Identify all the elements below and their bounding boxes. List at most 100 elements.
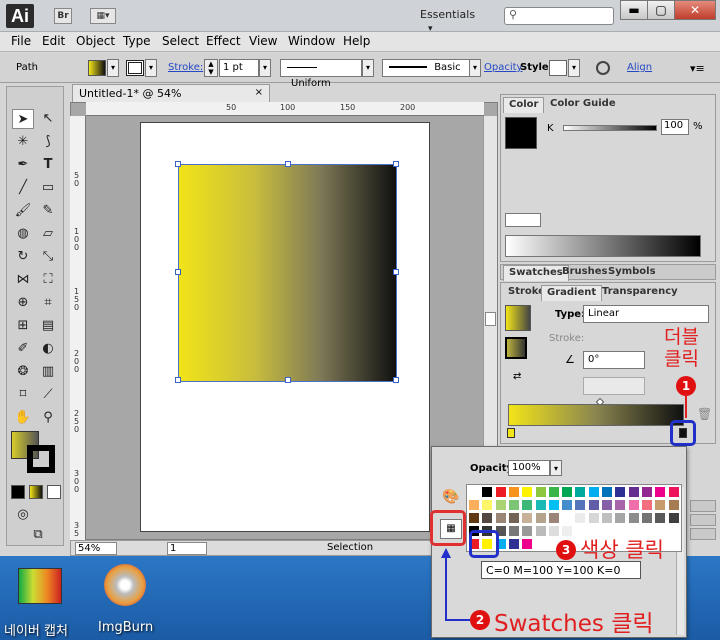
swatch-cell[interactable] bbox=[521, 512, 534, 524]
swatch-cell[interactable] bbox=[481, 512, 494, 524]
artboard-tool-icon[interactable]: ⌑ bbox=[12, 385, 34, 405]
maximize-button[interactable]: ▢ bbox=[647, 0, 675, 20]
swatch-cell[interactable] bbox=[561, 499, 574, 511]
swatch-cell[interactable] bbox=[561, 525, 574, 537]
document-tab[interactable]: Untitled-1* @ 54% (CMYK/Preview) × bbox=[72, 84, 270, 113]
stroke-swatch[interactable] bbox=[126, 60, 144, 76]
swatch-cell[interactable] bbox=[468, 512, 480, 524]
gradient-rectangle[interactable] bbox=[175, 161, 399, 383]
swatch-cell[interactable] bbox=[601, 512, 613, 524]
swatch-cell[interactable] bbox=[601, 486, 613, 498]
type-tool-icon[interactable]: T bbox=[37, 155, 59, 175]
swatch-cell[interactable] bbox=[521, 538, 534, 550]
bounding-handle[interactable] bbox=[175, 377, 181, 383]
column-graph-tool-icon[interactable]: ▥ bbox=[37, 362, 59, 382]
gradient-preview[interactable] bbox=[505, 305, 531, 331]
swatch-cell[interactable] bbox=[574, 499, 587, 511]
stroke-stepper[interactable]: ▲ ▼ bbox=[204, 59, 218, 77]
tab-gradient[interactable]: Gradient bbox=[541, 285, 603, 301]
slice-tool-icon[interactable]: ⟋ bbox=[37, 385, 59, 405]
arrange-documents-button[interactable]: ▦▾ bbox=[90, 8, 116, 24]
swatch-cell[interactable] bbox=[547, 525, 560, 537]
swatch-cell[interactable] bbox=[667, 486, 680, 498]
style-swatch[interactable] bbox=[549, 60, 567, 76]
none-mode-button[interactable] bbox=[47, 485, 61, 499]
stroke-label[interactable]: Stroke: bbox=[168, 62, 203, 73]
opacity-link[interactable]: Opacity bbox=[484, 62, 522, 73]
swatch-cell[interactable] bbox=[481, 499, 494, 511]
swatch-cell[interactable] bbox=[561, 486, 574, 498]
fill-swatch-large[interactable] bbox=[505, 117, 537, 149]
swatch-cell[interactable] bbox=[507, 525, 520, 537]
tab-color[interactable]: Color bbox=[503, 97, 545, 113]
stroke-weight-field[interactable]: 1 pt bbox=[219, 59, 259, 77]
imgburn-icon[interactable] bbox=[96, 562, 156, 612]
collapsed-panel[interactable] bbox=[690, 514, 716, 526]
swatch-cell[interactable] bbox=[574, 512, 587, 524]
swatch-cell[interactable] bbox=[534, 499, 547, 511]
swatch-cell[interactable] bbox=[494, 486, 507, 498]
bounding-handle[interactable] bbox=[393, 269, 399, 275]
swatch-cell[interactable] bbox=[587, 512, 600, 524]
tab-transparency[interactable]: Transparency bbox=[597, 285, 683, 301]
rotate-tool-icon[interactable]: ↻ bbox=[12, 247, 34, 267]
menu-type[interactable]: Type bbox=[123, 34, 151, 48]
zoom-tool-icon[interactable]: ⚲ bbox=[37, 408, 59, 428]
swatch-cell[interactable] bbox=[494, 512, 507, 524]
swatch-cell[interactable] bbox=[507, 499, 520, 511]
brush-definition[interactable]: Basic bbox=[382, 59, 470, 77]
tab-symbols[interactable]: Symbols bbox=[603, 265, 661, 281]
swatch-cell[interactable] bbox=[547, 512, 560, 524]
swatch-cell[interactable] bbox=[507, 486, 520, 498]
swatch-cell[interactable] bbox=[587, 499, 600, 511]
swatch-cell[interactable] bbox=[547, 486, 560, 498]
reverse-gradient-icon[interactable]: ⇄ bbox=[513, 371, 527, 385]
style-dropdown[interactable]: ▾ bbox=[568, 59, 580, 77]
swatch-cell[interactable] bbox=[547, 499, 560, 511]
close-icon[interactable]: × bbox=[255, 87, 263, 98]
bounding-handle[interactable] bbox=[175, 269, 181, 275]
pencil-tool-icon[interactable]: ✎ bbox=[37, 201, 59, 221]
tab-color-guide[interactable]: Color Guide bbox=[545, 97, 621, 113]
opacity-dropdown[interactable]: ▾ bbox=[550, 460, 562, 476]
none-black-white-swatches[interactable] bbox=[505, 213, 541, 227]
panel-menu-icon[interactable]: ▾≡ bbox=[690, 62, 705, 75]
stroke-dropdown[interactable]: ▾ bbox=[145, 59, 157, 77]
gradient-stroke-swatch[interactable] bbox=[505, 337, 527, 359]
gradient-type-select[interactable]: Linear bbox=[583, 305, 709, 323]
menu-view[interactable]: View bbox=[249, 34, 277, 48]
blend-tool-icon[interactable]: ◐ bbox=[37, 339, 59, 359]
swatch-cell[interactable] bbox=[667, 512, 680, 524]
gradient-mode-button[interactable] bbox=[29, 485, 43, 499]
k-slider[interactable] bbox=[563, 125, 657, 131]
swatch-cell[interactable] bbox=[627, 512, 640, 524]
collapsed-panel[interactable] bbox=[690, 500, 716, 512]
swatch-cell[interactable] bbox=[654, 499, 667, 511]
menu-edit[interactable]: Edit bbox=[42, 34, 65, 48]
blob-brush-tool-icon[interactable]: ◍ bbox=[12, 224, 34, 244]
swatch-cell[interactable] bbox=[614, 499, 627, 511]
trash-icon[interactable]: 🗑 bbox=[697, 407, 712, 421]
swatch-cell[interactable] bbox=[667, 499, 680, 511]
stroke-color-box[interactable] bbox=[27, 445, 55, 473]
search-input[interactable]: ⚲ bbox=[504, 7, 614, 25]
lasso-tool-icon[interactable]: ⟆ bbox=[37, 132, 59, 152]
menu-help[interactable]: Help bbox=[343, 34, 370, 48]
swatch-cell[interactable] bbox=[468, 486, 480, 498]
pen-tool-icon[interactable]: ✒ bbox=[12, 155, 34, 175]
stroke-weight-dropdown[interactable]: ▾ bbox=[259, 59, 271, 77]
bounding-handle[interactable] bbox=[175, 161, 181, 167]
workspace-switcher[interactable]: Essentials ▾ bbox=[420, 8, 490, 34]
gradient-tool-icon[interactable]: ▤ bbox=[37, 316, 59, 336]
swatch-cell[interactable] bbox=[534, 486, 547, 498]
swatch-cell[interactable] bbox=[614, 486, 627, 498]
swatch-cell[interactable] bbox=[507, 512, 520, 524]
swatch-cell[interactable] bbox=[507, 538, 520, 550]
selection-tool-icon[interactable]: ➤ bbox=[12, 109, 34, 129]
angle-field[interactable]: 0° bbox=[583, 351, 645, 369]
scroll-thumb[interactable] bbox=[485, 312, 496, 326]
bounding-handle[interactable] bbox=[393, 161, 399, 167]
menu-window[interactable]: Window bbox=[288, 34, 335, 48]
color-mode-button[interactable] bbox=[11, 485, 25, 499]
swatch-cell[interactable] bbox=[534, 512, 547, 524]
